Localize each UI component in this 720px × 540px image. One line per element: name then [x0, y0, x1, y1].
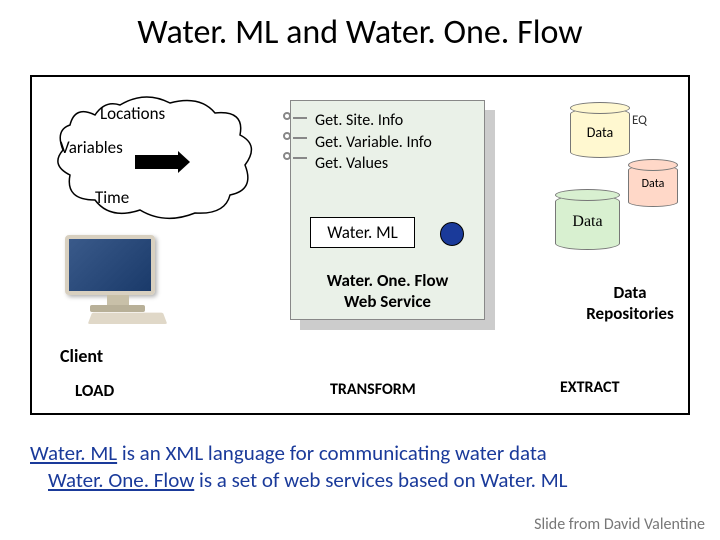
connector-dot-icon [440, 222, 464, 246]
repo-line1: Data [570, 282, 690, 303]
caption-text: is an XML language for communicating wat… [117, 440, 547, 466]
transform-label: TRANSFORM [330, 380, 416, 399]
extract-label: EXTRACT [560, 378, 620, 397]
slide-title: Water. ML and Water. One. Flow [0, 0, 720, 59]
cylinder-label: Data [570, 124, 630, 141]
wofws-line2: Web Service [300, 291, 475, 312]
slide-caption: Water. ML is an XML language for communi… [30, 440, 690, 495]
data-repositories-label: Data Repositories [570, 282, 690, 325]
interface-lollipop-icon [283, 112, 291, 120]
caption-term: Water. One. Flow [48, 467, 194, 493]
service-methods-list: Get. Site. Info Get. Variable. Info Get.… [315, 110, 432, 175]
attribution: Slide from David Valentine [534, 515, 705, 534]
service-method: Get. Site. Info [315, 110, 432, 132]
concepts-cloud: Locations Variables Time [55, 95, 255, 225]
caption-term: Water. ML [30, 440, 117, 466]
data-cylinder-icon: Data [628, 165, 678, 207]
interface-lollipop-icon [283, 132, 291, 140]
client-computer-icon [65, 235, 170, 320]
cylinder-label: Data [628, 177, 678, 191]
waterml-box: Water. ML [310, 217, 415, 248]
repo-line2: Repositories [570, 303, 690, 324]
arrow-icon [135, 155, 180, 169]
cloud-variables: Variables [60, 137, 123, 158]
wof-webservice-label: Water. One. Flow Web Service [300, 270, 475, 313]
load-label: LOAD [75, 380, 114, 401]
cloud-locations: Locations [100, 103, 165, 124]
data-cylinder-icon: Data [555, 195, 620, 250]
service-method: Get. Variable. Info [315, 132, 432, 154]
wofws-line1: Water. One. Flow [300, 270, 475, 291]
cloud-time: Time [95, 187, 129, 208]
interface-lollipop-icon [283, 152, 291, 160]
client-label: Client [60, 345, 103, 367]
cylinder-suffix: EQ [632, 113, 647, 128]
data-cylinder-icon: Data [570, 108, 630, 158]
caption-text: is a set of web services based on Water.… [194, 467, 567, 493]
cylinder-label: Data [555, 213, 620, 231]
service-method: Get. Values [315, 153, 432, 175]
